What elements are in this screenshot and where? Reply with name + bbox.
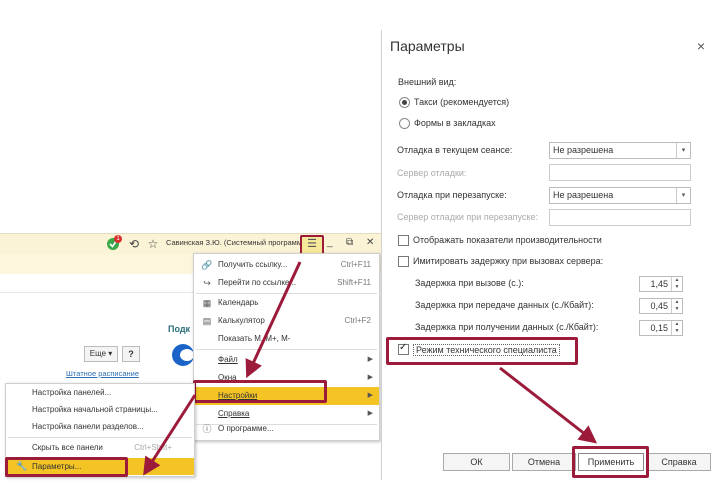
notification-badge: 1 <box>114 235 122 243</box>
submenu-item-label: Настройка панели разделов... <box>32 422 144 431</box>
chevron-down-icon: ▾ <box>676 143 690 158</box>
user-name[interactable]: Савинская З.Ю. (Системный программист) <box>166 238 316 247</box>
delay-call-value: 1,45 <box>650 279 668 289</box>
restore-icon[interactable]: ⧉ <box>346 237 353 248</box>
submenu-item-hide-panels[interactable]: Скрыть все панели Ctrl+Shift+ <box>6 439 194 456</box>
menu-item-go-to-link[interactable]: ↪ Перейти по ссылке... Shift+F11 <box>194 274 379 292</box>
appearance-label: Внешний вид: <box>398 77 457 87</box>
main-menu-button[interactable]: ☰ <box>300 235 324 255</box>
calculator-icon: ▤ <box>202 316 212 326</box>
debug-session-label: Отладка в текущем сеансе: <box>397 145 513 155</box>
staff-schedule-link[interactable]: Штатное расписание <box>66 369 139 378</box>
delay-send-value: 0,45 <box>650 301 668 311</box>
simulate-delay-label[interactable]: Имитировать задержку при вызовах сервера… <box>413 256 603 266</box>
menu-item-label: Файл <box>218 355 238 364</box>
delay-call-input[interactable]: 1,45 ▲ ▼ <box>639 276 683 292</box>
delay-call-label: Задержка при вызове (с.): <box>415 278 524 288</box>
simulate-delay-checkbox[interactable] <box>398 256 409 267</box>
submenu-item-start-page[interactable]: Настройка начальной страницы... <box>6 401 194 418</box>
debug-restart-server-label: Сервер отладки при перезапуске: <box>397 212 538 222</box>
menu-item-file[interactable]: Файл ▶ <box>194 351 379 369</box>
go-to-link-icon: ↪ <box>203 278 211 288</box>
chevron-down-icon: ▾ <box>108 349 113 358</box>
submenu-item-label: Настройка панелей... <box>32 388 112 397</box>
apply-highlight-frame <box>572 446 649 478</box>
menu-item-calculator[interactable]: ▤ Калькулятор Ctrl+F2 <box>194 312 379 330</box>
menu-item-get-link[interactable]: 🔗 Получить ссылку... Ctrl+F11 <box>194 256 379 274</box>
spinner-icon[interactable]: ▲ ▼ <box>671 299 682 313</box>
delay-receive-label: Задержка при получении данных (с./Кбайт)… <box>415 322 599 332</box>
parameters-dialog: Параметры × Внешний вид: Такси (рекоменд… <box>381 30 715 480</box>
close-icon[interactable]: ✕ <box>366 237 374 248</box>
debug-restart-value: Не разрешена <box>553 190 614 200</box>
star-icon[interactable]: ☆ <box>146 237 160 251</box>
menu-item-label: О программе... <box>218 424 274 433</box>
menu-item-calendar[interactable]: ▦ Календарь <box>194 294 379 312</box>
menu-icon: ☰ <box>307 238 317 250</box>
menu-item-label: Калькулятор <box>218 316 265 325</box>
show-perf-label[interactable]: Отображать показатели производительности <box>413 235 602 245</box>
more-button[interactable]: Еще ▾ <box>84 346 118 362</box>
close-icon[interactable]: × <box>697 38 705 54</box>
tech-mode-highlight-frame <box>386 337 578 365</box>
chevron-down-icon: ▾ <box>676 188 690 203</box>
panel-strip <box>0 274 200 293</box>
debug-restart-select[interactable]: Не разрешена ▾ <box>549 187 691 204</box>
ok-button[interactable]: ОК <box>443 453 510 471</box>
logo-icon-inner <box>180 349 194 361</box>
menu-item-label: Перейти по ссылке... <box>218 278 297 287</box>
link-icon: 🔗 <box>201 260 213 270</box>
minimize-icon[interactable]: _ <box>327 237 333 248</box>
radio-taxi[interactable] <box>399 97 410 108</box>
radio-tabs[interactable] <box>399 118 410 129</box>
chevron-right-icon: ▶ <box>367 374 373 381</box>
radio-tabs-label[interactable]: Формы в закладках <box>414 118 496 128</box>
chevron-right-icon: ▶ <box>367 356 373 363</box>
parameters-highlight-frame <box>5 457 128 477</box>
cancel-button[interactable]: Отмена <box>512 453 576 471</box>
show-perf-checkbox[interactable] <box>398 235 409 246</box>
history-icon[interactable]: ⟲ <box>127 237 141 251</box>
settings-highlight-frame <box>193 380 327 403</box>
app-toolbar: 1 ⟲ ☆ Савинская З.Ю. (Системный программ… <box>0 233 381 255</box>
submenu-item-label: Скрыть все панели <box>32 443 103 452</box>
delay-send-input[interactable]: 0,45 ▲ ▼ <box>639 298 683 314</box>
info-icon: ⓘ <box>202 424 212 434</box>
submenu-item-sections-panel[interactable]: Настройка панели разделов... <box>6 418 194 435</box>
calendar-icon: ▦ <box>202 298 212 308</box>
more-button-label: Еще <box>89 349 107 358</box>
menu-item-label: Календарь <box>218 298 259 307</box>
help-dialog-button[interactable]: Справка <box>647 453 711 471</box>
submenu-item-label: Настройка начальной страницы... <box>32 405 158 414</box>
spinner-icon[interactable]: ▲ ▼ <box>671 277 682 291</box>
menu-item-shortcut: Shift+F11 <box>337 278 371 287</box>
submenu-item-panels[interactable]: Настройка панелей... <box>6 384 194 401</box>
submenu-item-shortcut: Ctrl+Shift+ <box>134 443 172 452</box>
debug-restart-label: Отладка при перезапуске: <box>397 190 507 200</box>
menu-separator <box>8 437 192 438</box>
debug-session-select[interactable]: Не разрешена ▾ <box>549 142 691 159</box>
radio-taxi-label[interactable]: Такси (рекомендуется) <box>414 97 509 107</box>
delay-receive-input[interactable]: 0,15 ▲ ▼ <box>639 320 683 336</box>
menu-item-about[interactable]: ⓘ О программе... <box>194 420 379 438</box>
menu-separator <box>196 349 377 350</box>
menu-item-shortcut: Ctrl+F2 <box>344 316 371 325</box>
menu-item-shortcut: Ctrl+F11 <box>340 260 371 269</box>
main-menu: 🔗 Получить ссылку... Ctrl+F11 ↪ Перейти … <box>193 253 380 441</box>
menu-item-memory[interactable]: Показать M, M+, M- <box>194 330 379 348</box>
help-button[interactable]: ? <box>122 346 140 362</box>
debug-restart-server-input <box>549 209 691 226</box>
chevron-right-icon: ▶ <box>367 392 373 399</box>
delay-receive-value: 0,15 <box>650 323 668 333</box>
dialog-title: Параметры <box>390 38 465 54</box>
background-heading: Подк <box>168 324 191 334</box>
menu-item-label: Получить ссылку... <box>218 260 288 269</box>
debug-server-input <box>549 164 691 181</box>
delay-send-label: Задержка при передаче данных (с./Кбайт): <box>415 300 594 310</box>
spinner-icon[interactable]: ▲ ▼ <box>671 321 682 335</box>
debug-session-value: Не разрешена <box>553 145 614 155</box>
debug-server-label: Сервер отладки: <box>397 168 467 178</box>
menu-item-label: Показать M, M+, M- <box>218 334 291 343</box>
